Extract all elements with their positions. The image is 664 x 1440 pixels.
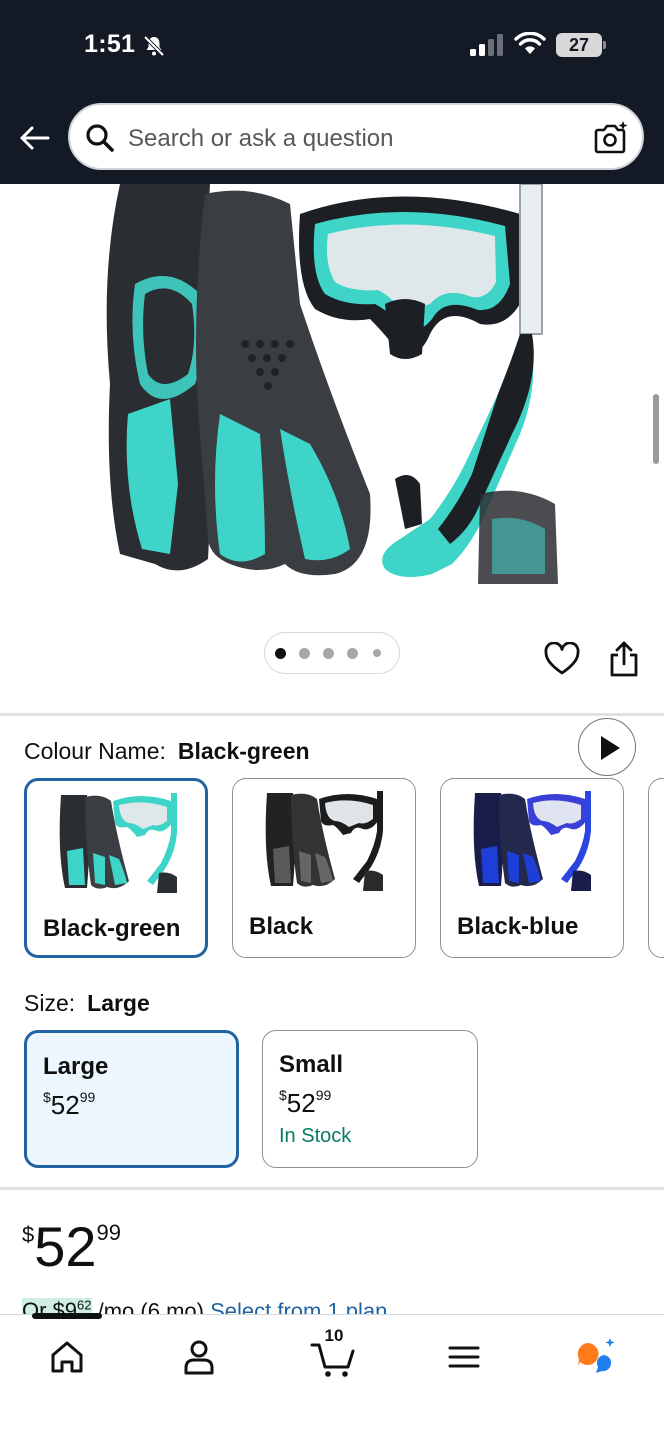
section-divider <box>0 713 664 716</box>
back-arrow-icon[interactable] <box>14 118 54 158</box>
active-tab-indicator <box>32 1313 102 1319</box>
search-input[interactable]: Search or ask a question <box>128 125 394 153</box>
colour-option-black[interactable]: Black <box>232 778 416 958</box>
pager-dot[interactable] <box>373 649 381 657</box>
pager-dot-active[interactable] <box>275 648 286 659</box>
size-option-price: $5299 <box>43 1089 96 1120</box>
pager-dot[interactable] <box>323 648 334 659</box>
colour-option-label: Black-green <box>43 915 181 942</box>
product-image-gallery[interactable] <box>0 184 664 776</box>
size-option-small[interactable]: Small $5299 In Stock <box>262 1030 478 1168</box>
status-time: 1:51 <box>84 30 136 58</box>
rufus-assistant-icon[interactable] <box>574 1335 618 1379</box>
menu-icon[interactable] <box>442 1335 486 1379</box>
wifi-icon <box>514 32 546 54</box>
battery-level: 27 <box>556 33 602 57</box>
app-header: 1:51 27 Search or ask a question <box>0 0 664 184</box>
price-fraction: 99 <box>96 1220 122 1245</box>
price-currency: $ <box>22 1222 35 1247</box>
image-pager[interactable] <box>264 632 400 674</box>
home-icon[interactable] <box>45 1335 89 1379</box>
size-option-name: Small <box>279 1051 344 1078</box>
swatch-thumbnail <box>265 791 383 891</box>
cart-count-badge: 10 <box>324 1326 344 1345</box>
colour-label-row: Colour Name: Black-green <box>24 738 310 765</box>
pager-dot[interactable] <box>299 648 310 659</box>
cellular-signal-icon <box>470 34 503 56</box>
product-price: $5299 <box>22 1214 121 1279</box>
size-option-large[interactable]: Large $5299 <box>24 1030 239 1168</box>
colour-option-black-blue[interactable]: Black-blue <box>440 778 624 958</box>
colour-option-label: Black-blue <box>457 913 579 940</box>
size-label-row: Size: Large <box>24 990 150 1017</box>
pager-dot[interactable] <box>347 648 358 659</box>
share-icon[interactable] <box>608 640 640 678</box>
colour-option-more[interactable] <box>648 778 664 958</box>
size-option-price: $5299 <box>279 1087 332 1118</box>
play-video-icon[interactable] <box>578 718 636 776</box>
price-whole: 52 <box>34 1215 97 1278</box>
swatch-thumbnail <box>473 791 591 891</box>
swatch-thumbnail <box>59 793 177 893</box>
heart-icon[interactable] <box>544 642 580 676</box>
size-label: Size: <box>24 990 76 1016</box>
size-selected-value: Large <box>87 990 150 1016</box>
stock-status: In Stock <box>279 1125 352 1147</box>
colour-selected-value: Black-green <box>177 738 310 764</box>
search-icon <box>86 124 114 152</box>
colour-option-label: Black <box>249 913 314 940</box>
size-option-name: Large <box>43 1053 109 1080</box>
account-icon[interactable] <box>177 1335 221 1379</box>
product-image <box>106 184 558 584</box>
search-bar[interactable]: Search or ask a question <box>68 103 644 170</box>
camera-search-icon[interactable] <box>592 119 630 157</box>
battery-icon: 27 <box>556 33 606 57</box>
scroll-indicator <box>653 394 659 464</box>
section-divider <box>0 1187 664 1190</box>
bell-off-icon <box>143 35 165 57</box>
colour-option-black-green[interactable]: Black-green <box>24 778 208 958</box>
colour-label: Colour Name: <box>24 738 166 764</box>
